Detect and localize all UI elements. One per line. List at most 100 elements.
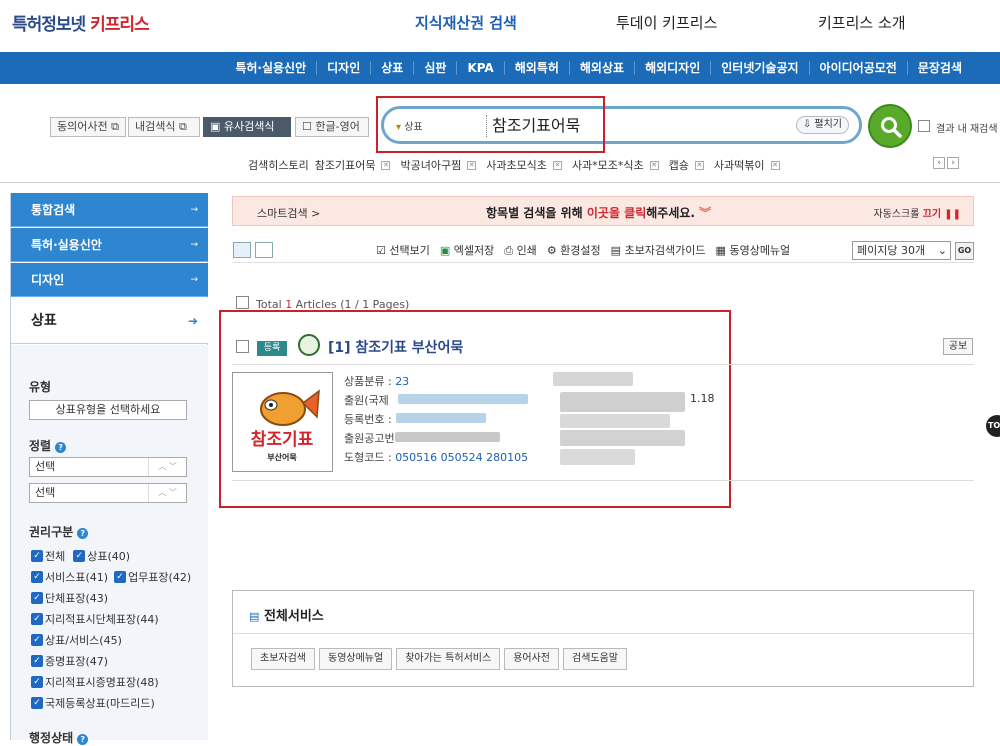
rights-checkbox[interactable]: ✓ 국제등록상표(마드리드) xyxy=(31,695,155,711)
smart-search-bar[interactable]: 스마트검색 > 항목별 검색을 위해 이곳을 클릭해주세요. ︾ 자동스크롤 끄… xyxy=(232,196,974,226)
korean-english-toggle[interactable]: ☐ 한글-영어 xyxy=(295,117,369,137)
beginner-guide-tool[interactable]: ▤ 초보자검색가이드 xyxy=(611,242,706,258)
select-view-tool[interactable]: ☑ 선택보기 xyxy=(376,242,430,258)
checkmark-icon: ✓ xyxy=(31,655,43,667)
chevron-left-icon[interactable]: ‹ xyxy=(933,157,945,169)
menu-patent[interactable]: 특허·실용신안 xyxy=(225,61,316,75)
menu-trial[interactable]: 심판 xyxy=(413,61,456,75)
result-tools: ☑ 선택보기 ▣ 엑셀저장 ⎙ 인쇄 ⚙ 환경설정 ▤ 초보자검색가이드 ▦ 동… xyxy=(376,242,790,258)
image-view-icon[interactable] xyxy=(255,242,273,258)
trademark-type-select[interactable]: 상표유형을 선택하세요 xyxy=(29,400,187,420)
chevron-right-icon[interactable]: › xyxy=(947,157,959,169)
scroll-top-button[interactable]: TOP xyxy=(986,415,1000,437)
fish-logo-image: 참조기표 부산어묵 xyxy=(251,389,320,462)
sort-arrows-icon[interactable]: ︿ ﹀ xyxy=(148,484,186,502)
sidebar-item-integrated[interactable]: 통합검색 → xyxy=(11,193,208,227)
go-button[interactable]: GO xyxy=(955,242,974,260)
result-title[interactable]: [1] 참조기표 부산어묵 xyxy=(328,337,463,357)
close-icon[interactable]: ✕ xyxy=(649,160,659,170)
video-manual-tool[interactable]: ▦ 동영상메뉴얼 xyxy=(716,242,791,258)
close-icon[interactable]: ✕ xyxy=(694,160,704,170)
checkmark-icon: ✓ xyxy=(31,550,43,562)
redacted-value xyxy=(398,394,528,404)
select-all-checkbox[interactable] xyxy=(236,296,249,309)
service-button[interactable]: 검색도움말 xyxy=(563,648,627,670)
divider xyxy=(232,262,974,263)
help-icon[interactable]: ? xyxy=(55,442,67,453)
nav-kipris-intro[interactable]: 키프리스 소개 xyxy=(818,12,906,33)
history-item[interactable]: 박공녀아구찜 xyxy=(400,157,461,173)
menu-tech-disclosure[interactable]: 인터넷기술공지 xyxy=(710,61,808,75)
my-search-button[interactable]: 내검색식 ⧉ xyxy=(128,117,200,137)
result-checkbox[interactable] xyxy=(236,340,249,353)
sort-select-1[interactable]: 선택 ︿ ﹀ xyxy=(29,457,187,477)
checkbox-icon: ☑ xyxy=(376,244,386,257)
history-item[interactable]: 사과초모식초 xyxy=(486,157,547,173)
rights-checkbox[interactable]: ✓ 단체표장(43) xyxy=(31,590,108,606)
sort-select-2[interactable]: 선택 ︿ ﹀ xyxy=(29,483,187,503)
type-label: 유형 xyxy=(29,380,52,394)
sidebar-item-patent[interactable]: 특허·실용신안 → xyxy=(11,228,208,262)
help-icon[interactable]: ? xyxy=(77,528,89,539)
search-icon xyxy=(881,117,902,138)
rights-checkbox[interactable]: ✓ 서비스표(41) ✓ 업무표장(42) xyxy=(31,569,191,585)
rights-checkbox[interactable]: ✓ 상표/서비스(45) xyxy=(31,632,122,648)
expand-button[interactable]: ⇩ 펼치기 xyxy=(795,116,849,134)
divider xyxy=(232,364,974,365)
menu-foreign-design[interactable]: 해외디자인 xyxy=(634,61,710,75)
service-button[interactable]: 동영상메뉴얼 xyxy=(319,648,393,670)
close-icon[interactable]: ✕ xyxy=(770,160,780,170)
menu-design[interactable]: 디자인 xyxy=(316,61,370,75)
menu-idea-contest[interactable]: 아이디어공모전 xyxy=(808,61,907,75)
site-logo[interactable]: 특허정보넷 키프리스 xyxy=(12,10,150,35)
settings-tool[interactable]: ⚙ 환경설정 xyxy=(547,242,601,258)
auto-scroll-toggle[interactable]: 자동스크롤 끄기 ❚❚ xyxy=(873,205,961,220)
similar-search-button[interactable]: ▣ 유사검색식 ⧉ xyxy=(203,117,291,151)
history-item[interactable]: 사과떡볶이 xyxy=(714,157,765,173)
sidebar-item-trademark[interactable]: 상표 ➜ xyxy=(11,298,208,344)
synonym-dictionary-button[interactable]: 동의어사전 ⧉ xyxy=(50,117,126,137)
rights-checkbox[interactable]: ✓ 지리적표시증명표장(48) xyxy=(31,674,159,690)
gazette-button[interactable]: 공보 xyxy=(943,338,973,355)
history-item[interactable]: 캡숑 xyxy=(669,157,689,173)
menu-trademark[interactable]: 상표 xyxy=(370,61,413,75)
service-button[interactable]: 찾아가는 특허서비스 xyxy=(396,648,501,670)
search-button[interactable] xyxy=(868,104,912,148)
rights-checkbox[interactable]: ✓ 지리적표시단체표장(44) xyxy=(31,611,159,627)
sidebar-item-design[interactable]: 디자인 → xyxy=(11,263,208,297)
nav-ip-search[interactable]: 지식재산권 검색 xyxy=(415,12,517,33)
smart-search-message[interactable]: 항목별 검색을 위해 이곳을 클릭해주세요. ︾ xyxy=(486,204,711,221)
close-icon[interactable]: ✕ xyxy=(381,160,391,170)
close-icon[interactable]: ✕ xyxy=(467,160,477,170)
trademark-thumbnail[interactable]: 참조기표 부산어묵 xyxy=(232,372,333,472)
rights-checkbox[interactable]: ✓ 증명표장(47) xyxy=(31,653,108,669)
figure-code-field: 도형코드 : 050516 050524 280105 xyxy=(344,451,529,464)
print-tool[interactable]: ⎙ 인쇄 xyxy=(504,242,537,258)
excel-save-tool[interactable]: ▣ 엑셀저장 xyxy=(440,242,494,258)
nav-today-kipris[interactable]: 투데이 키프리스 xyxy=(616,12,717,33)
redacted-block xyxy=(560,449,635,465)
status-label: 행정상태? xyxy=(29,729,89,746)
rights-checkbox[interactable]: ✓ 전체 ✓ 상표(40) xyxy=(31,548,130,564)
divider xyxy=(233,633,973,634)
menu-kpa[interactable]: KPA xyxy=(456,61,503,75)
smart-search-link[interactable]: 스마트검색 > xyxy=(257,205,320,221)
service-button[interactable]: 초보자검색 xyxy=(251,648,315,670)
service-button[interactable]: 용어사전 xyxy=(504,648,559,670)
history-item[interactable]: 참조기표어묵 xyxy=(315,157,376,173)
menu-foreign-patent[interactable]: 해외특허 xyxy=(503,61,569,75)
close-icon[interactable]: ✕ xyxy=(552,160,562,170)
doc-icon: ▣ xyxy=(210,120,221,133)
sort-arrows-icon[interactable]: ︿ ﹀ xyxy=(148,458,186,476)
history-item[interactable]: 사과*모조*식초 xyxy=(572,157,644,173)
checkmark-icon: ✓ xyxy=(31,676,43,688)
within-results-checkbox[interactable] xyxy=(918,120,930,132)
checkmark-icon: ✓ xyxy=(31,592,43,604)
per-page-select[interactable]: 페이지당 30개 ⌄ xyxy=(852,241,951,260)
checkmark-icon: ✓ xyxy=(31,697,43,709)
chevron-down-icon: ︾ xyxy=(699,206,712,220)
search-highlight-frame xyxy=(376,96,605,153)
menu-sentence-search[interactable]: 문장검색 xyxy=(906,61,972,75)
list-view-icon[interactable] xyxy=(233,242,251,258)
menu-foreign-trademark[interactable]: 해외상표 xyxy=(568,61,634,75)
